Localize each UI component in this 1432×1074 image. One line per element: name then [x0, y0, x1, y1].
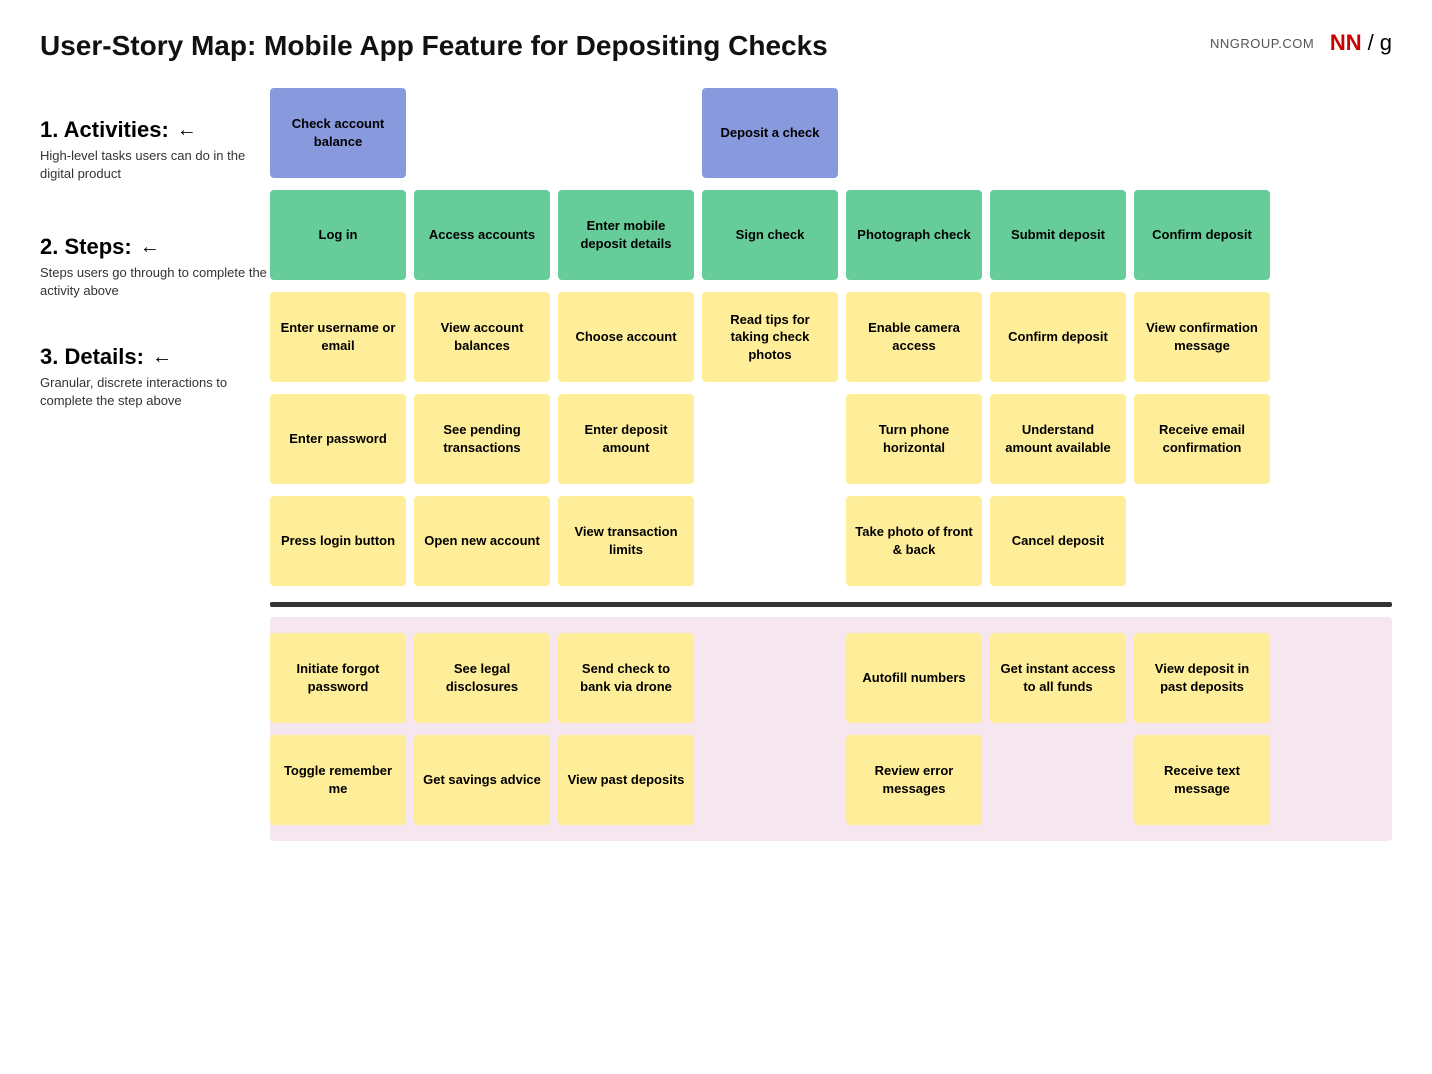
card: Photograph check — [846, 190, 982, 280]
page-header: User-Story Map: Mobile App Feature for D… — [40, 30, 1392, 62]
card: Enter deposit amount — [558, 394, 694, 484]
grid-area: Check account balance Deposit a check Log… — [270, 82, 1392, 841]
card: Get savings advice — [414, 735, 550, 825]
card: Deposit a check — [702, 88, 838, 178]
card: Receive email confirmation — [1134, 394, 1270, 484]
card: View confirmation message — [1134, 292, 1270, 382]
card — [558, 88, 694, 178]
card: Toggle remember me — [270, 735, 406, 825]
details-row: Press login buttonOpen new accountView t… — [270, 490, 1392, 592]
details-label-section: 3. Details: ← Granular, discrete interac… — [40, 322, 270, 442]
activities-desc: High-level tasks users can do in the dig… — [40, 147, 270, 183]
steps-desc: Steps users go through to complete the a… — [40, 264, 270, 300]
card: View past deposits — [558, 735, 694, 825]
details-row: Enter passwordSee pending transactionsEn… — [270, 388, 1392, 490]
steps-label-section: 2. Steps: ← Steps users go through to co… — [40, 212, 270, 322]
details-arrow: ← — [152, 346, 172, 369]
pink-row: Initiate forgot passwordSee legal disclo… — [270, 627, 1392, 729]
card — [702, 496, 838, 586]
card: View deposit in past deposits — [1134, 633, 1270, 723]
card: View account balances — [414, 292, 550, 382]
card: Cancel deposit — [990, 496, 1126, 586]
details-row: Enter username or emailView account bala… — [270, 286, 1392, 388]
card — [846, 88, 982, 178]
labels-column: 1. Activities: ← High-level tasks users … — [40, 82, 270, 841]
logo-url: NNGROUP.COM — [1210, 36, 1314, 51]
card — [414, 88, 550, 178]
card: Check account balance — [270, 88, 406, 178]
steps-row: Log inAccess accountsEnter mobile deposi… — [270, 184, 1392, 286]
card: Enable camera access — [846, 292, 982, 382]
pink-section: Initiate forgot passwordSee legal disclo… — [270, 617, 1392, 841]
card — [990, 735, 1126, 825]
card — [990, 88, 1126, 178]
section-divider — [270, 602, 1392, 607]
card: Turn phone horizontal — [846, 394, 982, 484]
card: Enter mobile deposit details — [558, 190, 694, 280]
card: Sign check — [702, 190, 838, 280]
story-map: 1. Activities: ← High-level tasks users … — [40, 82, 1392, 841]
card: Open new account — [414, 496, 550, 586]
card: Press login button — [270, 496, 406, 586]
card: Log in — [270, 190, 406, 280]
pink-row: Toggle remember meGet savings adviceView… — [270, 729, 1392, 831]
logo-g: g — [1380, 30, 1392, 56]
activities-label-section: 1. Activities: ← High-level tasks users … — [40, 82, 270, 212]
card: Take photo of front & back — [846, 496, 982, 586]
card: Enter username or email — [270, 292, 406, 382]
logo: NNGROUP.COM NN/g — [1210, 30, 1392, 56]
card: See legal disclosures — [414, 633, 550, 723]
card — [1134, 88, 1270, 178]
card: Access accounts — [414, 190, 550, 280]
logo-slash: / — [1368, 30, 1374, 56]
card: Understand amount available — [990, 394, 1126, 484]
steps-arrow: ← — [140, 236, 160, 259]
card: Submit deposit — [990, 190, 1126, 280]
card: Confirm deposit — [990, 292, 1126, 382]
activities-arrow: ← — [177, 119, 197, 142]
card: See pending transactions — [414, 394, 550, 484]
details-label: 3. Details: ← — [40, 344, 270, 370]
activities-label: 1. Activities: ← — [40, 117, 270, 143]
card: Review error messages — [846, 735, 982, 825]
card — [702, 633, 838, 723]
card: Initiate forgot password — [270, 633, 406, 723]
details-desc: Granular, discrete interactions to compl… — [40, 374, 270, 410]
steps-label: 2. Steps: ← — [40, 234, 270, 260]
card: View transaction limits — [558, 496, 694, 586]
card: Autofill numbers — [846, 633, 982, 723]
activities-row: Check account balance Deposit a check — [270, 82, 1392, 184]
card: Get instant access to all funds — [990, 633, 1126, 723]
card: Choose account — [558, 292, 694, 382]
card: Send check to bank via drone — [558, 633, 694, 723]
card: Confirm deposit — [1134, 190, 1270, 280]
card — [1134, 496, 1270, 586]
card — [702, 735, 838, 825]
card: Receive text message — [1134, 735, 1270, 825]
page-title: User-Story Map: Mobile App Feature for D… — [40, 30, 828, 62]
logo-nn: NN — [1330, 30, 1362, 56]
card: Read tips for taking check photos — [702, 292, 838, 382]
card: Enter password — [270, 394, 406, 484]
card — [702, 394, 838, 484]
